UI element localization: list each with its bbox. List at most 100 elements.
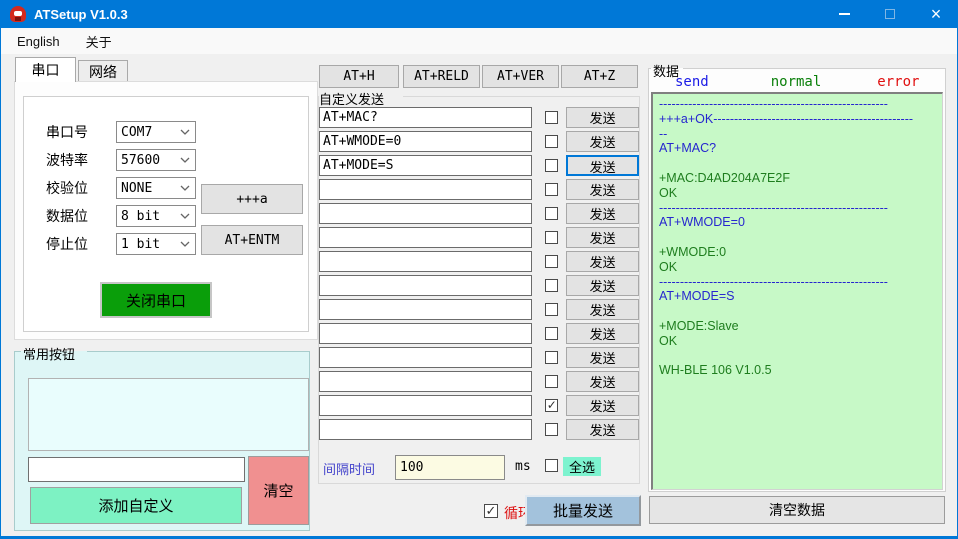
custom-send-row: 发送 (319, 179, 639, 200)
row-checkbox[interactable] (545, 375, 558, 388)
send-button[interactable]: 发送 (566, 371, 639, 392)
custom-send-input[interactable] (319, 395, 532, 416)
log-line: OK (659, 186, 936, 201)
close-button[interactable]: × (913, 0, 958, 28)
plus-a-button[interactable]: +++a (201, 184, 303, 214)
maximize-button[interactable] (867, 0, 913, 28)
row-checkbox[interactable] (545, 207, 558, 220)
row-checkbox[interactable] (545, 351, 558, 364)
custom-send-input[interactable] (319, 347, 532, 368)
chevron-down-icon (180, 185, 190, 191)
label-stop-bits: 停止位 (46, 233, 88, 255)
label-data-bits: 数据位 (46, 205, 88, 227)
row-checkbox[interactable] (545, 423, 558, 436)
interval-label: 间隔时间 (323, 459, 375, 478)
at-reld-button[interactable]: AT+RELD (403, 65, 480, 88)
clear-data-button[interactable]: 清空数据 (649, 496, 945, 524)
baud-rate-value: 57600 (117, 153, 160, 168)
com-port-select[interactable]: COM7 (116, 121, 196, 143)
log-line: ----------------------------------------… (659, 275, 936, 290)
custom-name-input[interactable] (28, 457, 245, 482)
app-icon (10, 6, 26, 22)
tab-serial[interactable]: 串口 (15, 57, 76, 82)
custom-send-input[interactable] (319, 203, 532, 224)
send-button[interactable]: 发送 (566, 131, 639, 152)
custom-send-input[interactable] (319, 155, 532, 176)
titlebar: ATSetup V1.0.3 × (1, 0, 958, 28)
at-h-button[interactable]: AT+H (319, 65, 399, 88)
batch-send-button[interactable]: 批量发送 (525, 495, 641, 526)
clear-common-button[interactable]: 清空 (248, 456, 309, 525)
data-bits-value: 8 bit (117, 209, 160, 224)
chevron-down-icon (180, 157, 190, 163)
custom-send-input[interactable] (319, 251, 532, 272)
row-checkbox[interactable] (545, 255, 558, 268)
send-button[interactable]: 发送 (566, 395, 639, 416)
row-checkbox[interactable] (545, 231, 558, 244)
row-checkbox[interactable] (545, 135, 558, 148)
data-bits-select[interactable]: 8 bit (116, 205, 196, 227)
log-line: WH-BLE 106 V1.0.5 (659, 363, 936, 378)
log-line (659, 230, 936, 245)
custom-send-input[interactable] (319, 131, 532, 152)
row-checkbox[interactable] (545, 183, 558, 196)
parity-select[interactable]: NONE (116, 177, 196, 199)
menu-item-about[interactable]: 关于 (86, 32, 112, 51)
custom-send-input[interactable] (319, 323, 532, 344)
data-log[interactable]: ----------------------------------------… (651, 92, 943, 490)
custom-send-row: 发送 (319, 323, 639, 344)
log-line (659, 349, 936, 364)
row-checkbox[interactable] (545, 279, 558, 292)
row-checkbox[interactable] (545, 327, 558, 340)
send-button[interactable]: 发送 (566, 203, 639, 224)
custom-send-input[interactable] (319, 179, 532, 200)
send-button[interactable]: 发送 (566, 227, 639, 248)
send-button[interactable]: 发送 (566, 419, 639, 440)
label-com-port: 串口号 (46, 121, 88, 143)
interval-unit: ms (515, 459, 531, 474)
custom-send-input[interactable] (319, 371, 532, 392)
send-button[interactable]: 发送 (566, 179, 639, 200)
add-custom-button[interactable]: 添加自定义 (30, 487, 242, 524)
common-buttons-list[interactable] (28, 378, 309, 451)
at-z-button[interactable]: AT+Z (561, 65, 638, 88)
menu-item-english[interactable]: English (17, 34, 60, 49)
send-button[interactable]: 发送 (566, 155, 639, 176)
log-line: -- (659, 127, 936, 142)
at-ver-button[interactable]: AT+VER (482, 65, 559, 88)
data-panel-title: 数据 (653, 61, 679, 80)
row-checkbox[interactable] (545, 159, 558, 172)
loop-send-checkbox[interactable]: ✓ (484, 504, 498, 518)
log-line: OK (659, 334, 936, 349)
log-line: AT+WMODE=0 (659, 215, 936, 230)
minimize-button[interactable] (821, 0, 867, 28)
row-checkbox[interactable]: ✓ (545, 399, 558, 412)
custom-send-input[interactable] (319, 227, 532, 248)
custom-send-row: 发送 (319, 419, 639, 440)
send-button[interactable]: 发送 (566, 347, 639, 368)
custom-send-input[interactable] (319, 419, 532, 440)
maximize-icon (885, 9, 895, 19)
send-button[interactable]: 发送 (566, 251, 639, 272)
send-button[interactable]: 发送 (566, 299, 639, 320)
custom-send-input[interactable] (319, 299, 532, 320)
at-entm-button[interactable]: AT+ENTM (201, 225, 303, 255)
send-button[interactable]: 发送 (566, 107, 639, 128)
send-button[interactable]: 发送 (566, 275, 639, 296)
baud-rate-select[interactable]: 57600 (116, 149, 196, 171)
log-line: ----------------------------------------… (659, 97, 936, 112)
select-all-checkbox[interactable] (545, 459, 558, 472)
interval-input[interactable] (395, 455, 505, 480)
close-serial-button[interactable]: 关闭串口 (100, 282, 212, 318)
send-button[interactable]: 发送 (566, 323, 639, 344)
custom-send-input[interactable] (319, 107, 532, 128)
row-checkbox[interactable] (545, 303, 558, 316)
tab-network[interactable]: 网络 (78, 60, 128, 82)
legend-normal: normal (771, 74, 822, 90)
custom-send-input[interactable] (319, 275, 532, 296)
label-baud-rate: 波特率 (46, 149, 88, 171)
custom-send-rows: 发送发送发送发送发送发送发送发送发送发送发送发送✓发送发送 (319, 107, 639, 443)
custom-send-row: 发送 (319, 371, 639, 392)
stop-bits-select[interactable]: 1 bit (116, 233, 196, 255)
row-checkbox[interactable] (545, 111, 558, 124)
